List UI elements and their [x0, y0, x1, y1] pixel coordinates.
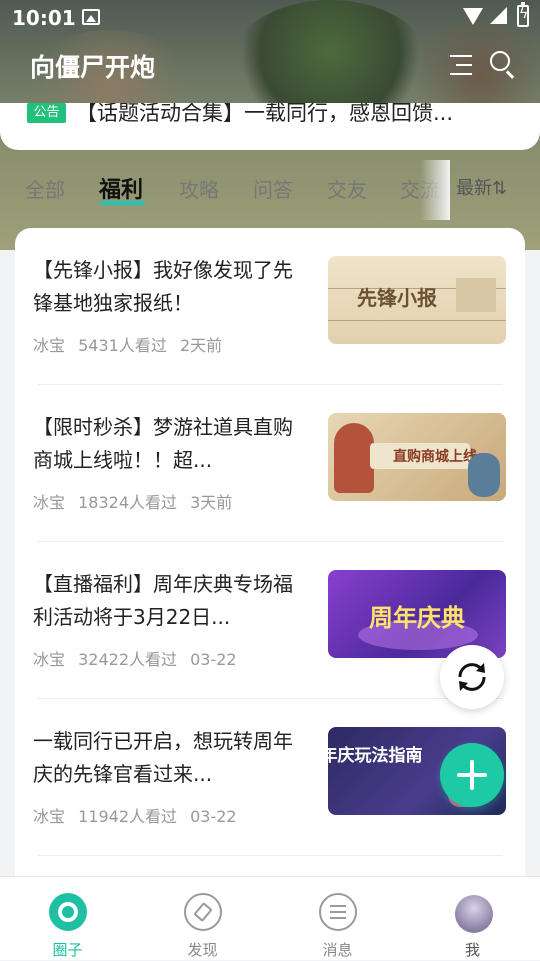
photo-notification-icon: [82, 9, 100, 25]
post-title: 【直播福利】周年庆典专场福利活动将于3月22日...: [33, 572, 293, 629]
notice-text[interactable]: 【话题活动合集】一载同行，感恩回馈...: [76, 103, 506, 127]
list-item[interactable]: 【限时秒杀】梦游社道具直购商城上线啦！！超... 冰宝 18324人看过 3天前…: [15, 385, 525, 542]
post-author: 冰宝: [33, 807, 66, 826]
add-post-button[interactable]: [440, 743, 504, 807]
post-thumbnail: 直购商城上线: [328, 413, 506, 501]
status-time: 10:01: [12, 6, 76, 30]
tab-friends[interactable]: 交友: [327, 174, 367, 203]
post-meta: 冰宝 32422人看过 03-22: [33, 646, 245, 670]
category-tabs: 全部 福利 攻略 问答 交友 交流 最新⇅: [0, 160, 540, 220]
post-title: 【限时秒杀】梦游社道具直购商城上线啦！！超...: [33, 415, 293, 472]
bottom-nav: 圈子 发现 消息 我: [0, 876, 540, 960]
post-title: 一载同行已开启，想玩转周年庆的先锋官看过来...: [33, 729, 293, 786]
notice-badge: 公告: [27, 103, 66, 123]
post-author: 冰宝: [33, 493, 66, 512]
refresh-button[interactable]: [440, 645, 504, 709]
post-views: 18324人看过: [78, 493, 178, 512]
post-time: 03-22: [190, 650, 237, 669]
post-time: 3天前: [190, 493, 233, 512]
search-icon[interactable]: [490, 51, 516, 79]
signal-icon: [490, 7, 507, 24]
post-time: 2天前: [179, 336, 223, 355]
post-meta: 冰宝 11942人看过 03-22: [33, 803, 245, 827]
post-time: 03-22: [190, 807, 237, 826]
list-item[interactable]: 【先锋小报】我好像发现了先锋基地独家报纸！ 冰宝 5431人看过 2天前 先锋小…: [15, 228, 525, 385]
post-meta: 冰宝 5431人看过 2天前: [33, 332, 230, 356]
post-author: 冰宝: [33, 336, 66, 355]
post-thumbnail: 周年庆典: [328, 570, 506, 658]
post-title: 【先锋小报】我好像发现了先锋基地独家报纸！: [33, 258, 293, 315]
refresh-icon: [458, 663, 486, 691]
post-views: 11942人看过: [78, 807, 178, 826]
active-tab-indicator: [100, 201, 145, 205]
nav-item-discover[interactable]: 发现: [135, 877, 270, 961]
notice-banner[interactable]: 公告 【话题活动合集】一载同行，感恩回馈...: [0, 103, 540, 150]
post-views: 5431人看过: [78, 336, 167, 355]
post-thumbnail: 先锋小报: [328, 256, 506, 344]
tab-all[interactable]: 全部: [25, 174, 65, 203]
nav-label: 消息: [322, 941, 353, 959]
nav-label: 圈子: [52, 941, 83, 959]
nav-item-circles[interactable]: 圈子: [0, 877, 135, 961]
wifi-icon: [463, 8, 483, 25]
post-views: 32422人看过: [78, 650, 178, 669]
nav-item-me[interactable]: 我: [405, 877, 540, 961]
sort-button[interactable]: 最新⇅: [456, 174, 507, 200]
message-icon: [319, 893, 357, 931]
tab-guide[interactable]: 攻略: [179, 174, 219, 203]
post-author: 冰宝: [33, 650, 66, 669]
menu-icon[interactable]: [450, 54, 474, 76]
status-bar: 10:01: [0, 0, 540, 36]
page-title: 向僵尸开炮: [30, 53, 156, 82]
nav-label: 发现: [187, 941, 218, 959]
tab-welfare[interactable]: 福利: [99, 172, 143, 204]
nav-label: 我: [464, 941, 480, 959]
avatar-icon: [455, 895, 493, 933]
post-list: 【先锋小报】我好像发现了先锋基地独家报纸！ 冰宝 5431人看过 2天前 先锋小…: [15, 228, 525, 928]
post-meta: 冰宝 18324人看过 3天前: [33, 489, 240, 513]
tab-qa[interactable]: 问答: [253, 174, 293, 203]
battery-charging-icon: [517, 2, 529, 27]
nav-item-messages[interactable]: 消息: [270, 877, 405, 961]
circle-icon: [49, 893, 87, 931]
compass-icon: [184, 893, 222, 931]
